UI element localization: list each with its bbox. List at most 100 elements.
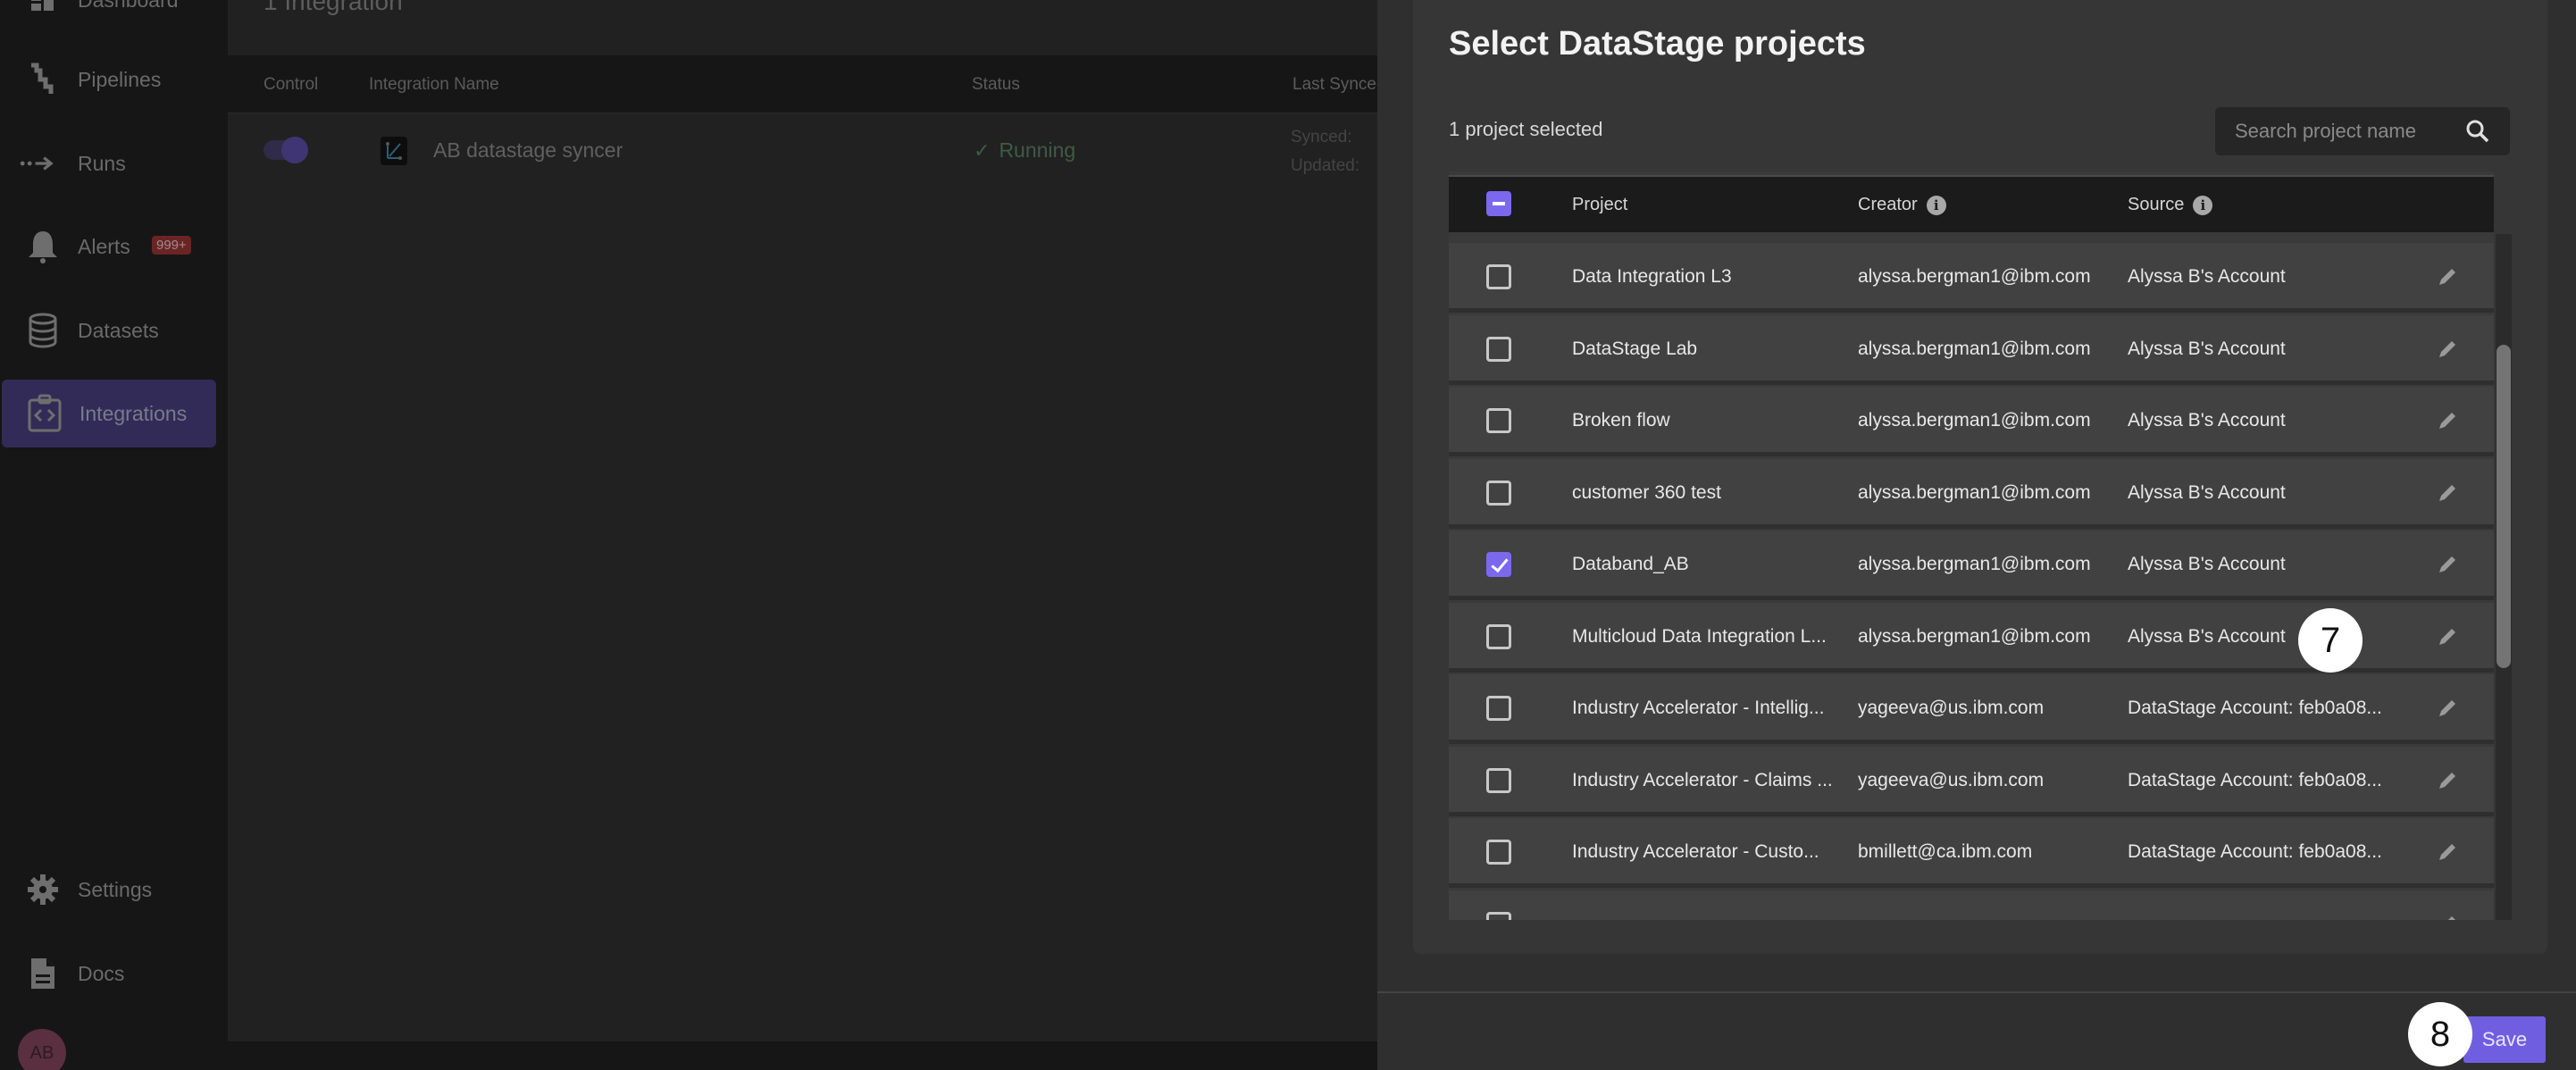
column-header-source: Source i [2128,195,2213,215]
column-header-label: Project [1572,195,1628,214]
scrollbar-thumb[interactable] [2497,345,2511,668]
info-icon[interactable]: i [1926,195,1946,215]
project-row[interactable]: Industry Accelerator - Custo... bmillett@… [1449,818,2494,888]
project-row[interactable]: customer 360 test alyssa.bergman1@ibm.com… [1449,458,2494,529]
dashboard-icon [25,0,61,18]
sidebar-item-dashboard[interactable]: Dashboard [0,0,214,34]
status-text: Running [999,138,1076,162]
project-creator: alyssa.bergman1@ibm.com [1858,338,2091,359]
runs-icon [20,146,55,181]
integration-name-link[interactable]: AB datastage syncer [433,138,623,163]
sidebar-item-runs[interactable]: Runs [0,130,214,197]
edit-icon[interactable] [2435,264,2460,289]
sidebar-item-label: Datasets [78,318,159,342]
edit-icon[interactable] [2435,696,2460,721]
project-checkbox[interactable] [1486,264,1511,289]
project-row[interactable] [1449,890,2494,920]
edit-icon[interactable] [2435,912,2460,920]
edit-icon[interactable] [2435,337,2460,362]
sidebar-item-label: Docs [78,961,125,985]
project-checkbox[interactable] [1486,408,1511,433]
project-row[interactable]: Databand_AB alyssa.bergman1@ibm.com Alyssa… [1449,531,2494,600]
sidebar-item-integrations[interactable]: Integrations [2,380,216,447]
project-row[interactable]: DataStage Lab alyssa.bergman1@ibm.com Alys… [1449,314,2494,385]
projects-table: Project Creator i Source i Data Integratio… [1449,171,2512,920]
edit-icon[interactable] [2435,481,2460,506]
integrations-main: 1 Integration Control Integration Name S… [228,0,1386,1041]
projects-table-body: Project Creator i Source i Data Integratio… [1449,171,2494,920]
project-checkbox[interactable] [1486,480,1511,506]
edit-icon[interactable] [2435,552,2460,577]
project-creator: yageeva@us.ibm.com [1858,769,2045,790]
edit-icon[interactable] [2435,840,2460,865]
project-row[interactable]: Industry Accelerator - Claims ... yageeva… [1449,746,2494,816]
sidebar-item-datasets[interactable]: Datasets [0,297,214,364]
sidebar-item-docs[interactable]: Docs [0,940,214,1007]
project-name: Databand_AB [1572,554,1689,574]
alerts-count-badge: 999+ [152,236,191,255]
edit-icon[interactable] [2435,408,2460,433]
panel-title: Select DataStage projects [1449,25,1866,63]
bell-icon [25,229,61,264]
column-header-control: Control [263,75,319,94]
sidebar-item-alerts[interactable]: Alerts 999+ [0,213,214,280]
search-icon[interactable] [2465,119,2490,144]
column-header-integration-name: Integration Name [369,75,499,94]
page-title: 1 Integration [263,0,403,15]
toggle-knob [281,137,308,163]
project-name: Broken flow [1572,410,1670,431]
projects-scrollbar[interactable] [2496,234,2512,920]
edit-icon[interactable] [2435,624,2460,649]
project-name: Data Integration L3 [1572,266,1732,287]
gear-icon [25,872,61,907]
project-creator: alyssa.bergman1@ibm.com [1858,266,2091,287]
column-header-label: Source [2128,195,2185,214]
column-header-project: Project [1572,195,1627,215]
sidebar-item-label: Dashboard [78,0,179,13]
project-name: Industry Accelerator - Claims ... [1572,769,1833,790]
project-creator: alyssa.bergman1@ibm.com [1858,481,2091,503]
synced-label: Synced: [1291,128,1352,146]
project-creator: alyssa.bergman1@ibm.com [1858,554,2091,574]
project-checkbox[interactable] [1486,336,1511,362]
project-name: Multicloud Data Integration L... [1572,625,1827,647]
project-name: DataStage Lab [1572,338,1698,359]
sidebar-item-pipelines[interactable]: Pipelines [0,46,214,113]
project-source: DataStage Account: feb0a08... [2128,841,2382,862]
database-icon [25,313,61,348]
project-checkbox[interactable] [1486,767,1511,793]
integration-enable-toggle[interactable] [263,137,308,163]
project-checkbox[interactable] [1486,552,1511,577]
project-search [2215,107,2510,155]
sidebar-item-settings[interactable]: Settings [0,856,214,924]
project-row[interactable]: Data Integration L3 alyssa.bergman1@ibm.c… [1449,243,2494,313]
project-row[interactable]: Industry Accelerator - Intellig... yageev… [1449,674,2494,744]
updated-label: Updated: [1291,156,1360,175]
integrations-icon [27,394,63,432]
pipelines-icon [25,62,61,97]
sidebar: Dashboard Pipelines Runs Alerts 999+ D [0,0,228,1070]
project-checkbox[interactable] [1486,840,1511,865]
save-button[interactable]: Save [2463,1016,2546,1063]
edit-icon[interactable] [2435,768,2460,793]
project-name: customer 360 test [1572,481,1721,503]
selected-count: 1 project selected [1449,118,1603,140]
project-checkbox[interactable] [1486,911,1511,920]
project-checkbox[interactable] [1486,696,1511,721]
step-marker-7: 7 [2298,608,2363,673]
info-icon[interactable]: i [2193,195,2213,215]
sidebar-item-label: Settings [78,877,153,901]
checkmark-icon: ✓ [974,138,991,162]
select-all-checkbox[interactable] [1486,191,1511,216]
project-creator: alyssa.bergman1@ibm.com [1858,625,2091,647]
project-source: Alyssa B's Account [2128,410,2286,431]
project-checkbox[interactable] [1486,623,1511,649]
user-avatar[interactable]: AB [18,1029,66,1070]
project-source: Alyssa B's Account [2128,266,2286,287]
table-row[interactable]: AB datastage syncer ✓ Running Synced: Up… [228,113,1380,188]
sidebar-item-label: Alerts [78,234,130,258]
project-search-input[interactable] [2215,107,2456,155]
project-row[interactable]: Broken flow alyssa.bergman1@ibm.com Alyssa… [1449,387,2494,456]
sidebar-item-label: Integrations [79,401,188,425]
app-root: Dashboard Pipelines Runs Alerts 999+ D [0,0,2576,1070]
